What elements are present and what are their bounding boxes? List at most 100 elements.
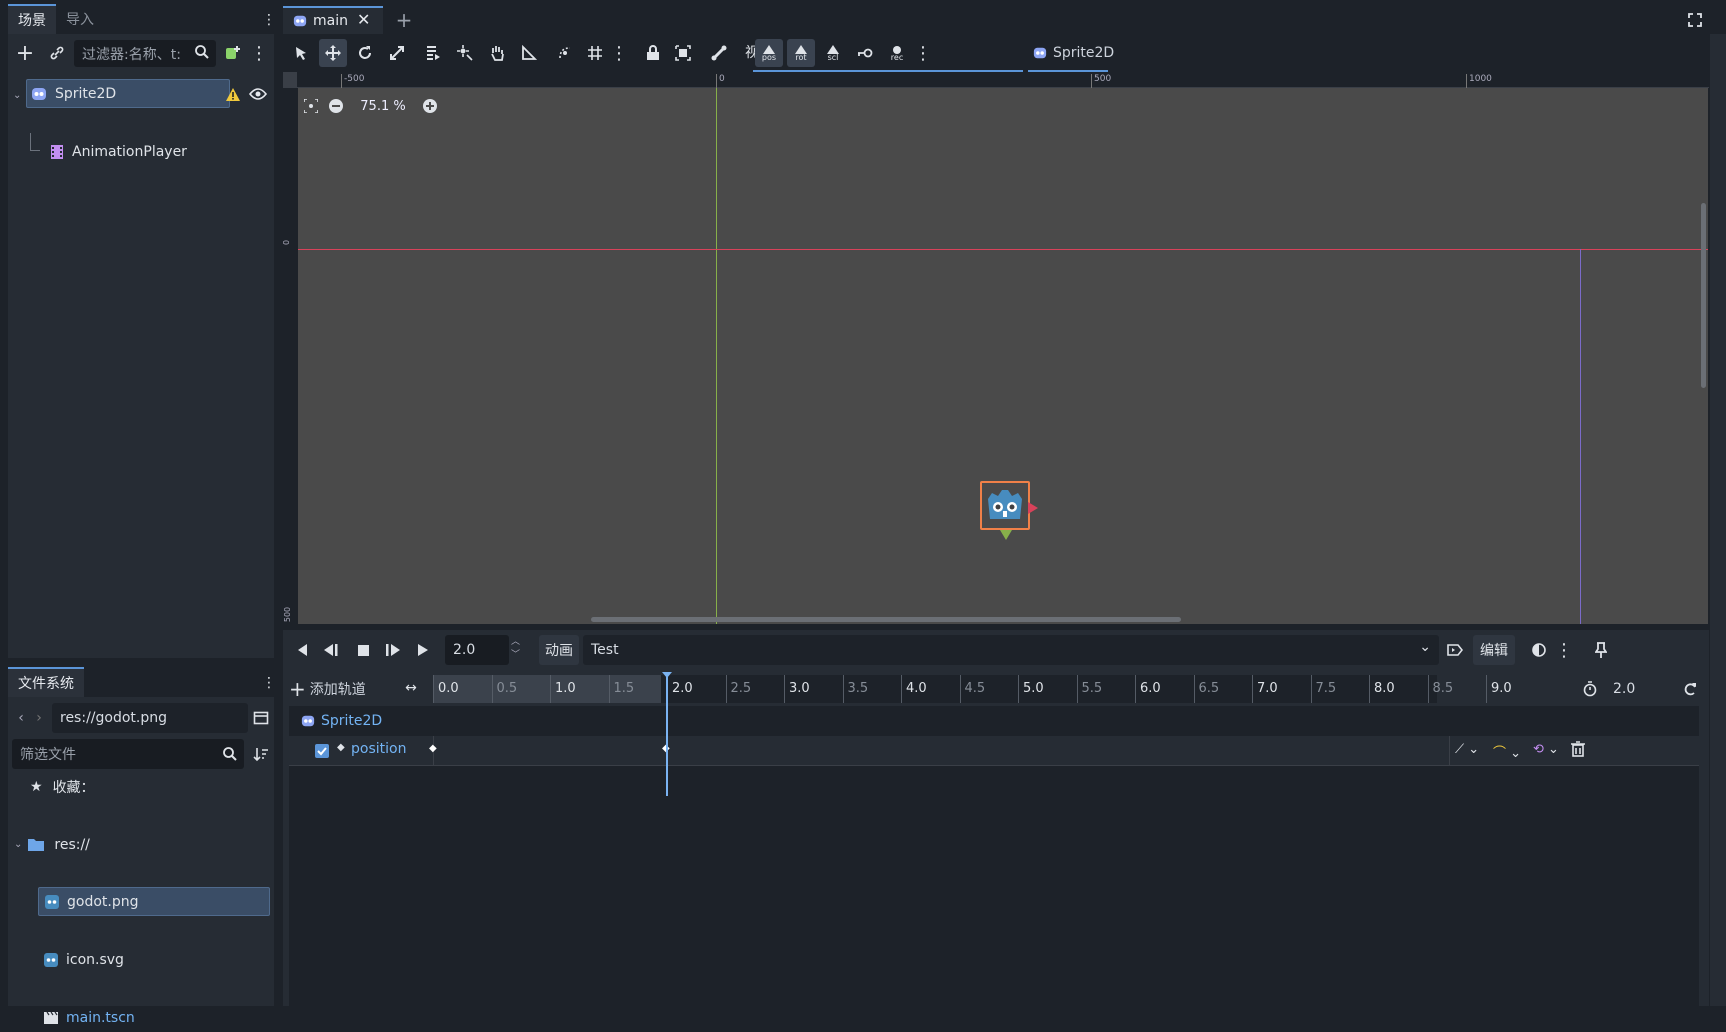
bone-icon[interactable] <box>705 39 733 67</box>
track-enable-checkbox[interactable] <box>315 744 329 758</box>
y-gizmo-arrow[interactable] <box>1000 530 1012 540</box>
ruler-corner <box>283 72 297 88</box>
list-select-icon[interactable] <box>419 39 447 67</box>
fs-favorites[interactable]: ★ 收藏： <box>30 772 260 801</box>
play-backwards-from-end-icon[interactable] <box>319 638 343 662</box>
chevron-down-icon[interactable]: ⌄ <box>13 90 21 101</box>
animation-toolbar: 2.0 ︿ ﹀ 动画 Test ⌄ 编辑 ⋮ <box>283 630 1709 670</box>
ruler-label: 500 <box>1091 74 1111 88</box>
track-list: Sprite2D ◆ position ◆ ◆ ⟋ ⌄ ⌒ ⌄ ⟲ ⌄ <box>289 706 1699 1006</box>
node-editor-tab[interactable]: Sprite2D <box>1033 39 1114 67</box>
play-from-start-icon[interactable] <box>381 638 405 662</box>
time-spinner-icon[interactable]: ︿ ﹀ <box>511 636 520 662</box>
add-node-icon[interactable]: + <box>12 40 38 66</box>
v-scrollbar[interactable] <box>1701 203 1706 388</box>
fs-file-godot-png[interactable]: godot.png <box>38 887 270 916</box>
tab-scene[interactable]: 场景 <box>8 4 56 34</box>
ruler-tool-icon[interactable] <box>515 39 543 67</box>
keyframe-marker[interactable]: ◆ <box>429 743 437 754</box>
delete-track-icon[interactable] <box>1571 741 1585 757</box>
tab-import[interactable]: 导入 <box>56 4 104 34</box>
x-gizmo-arrow[interactable] <box>1028 502 1038 514</box>
timeline-ruler[interactable]: 0.0 0.5 1.0 1.5 2.0 2.5 3.0 3.5 4.0 4.5 5.0 5.5 6.0 6… <box>433 675 1512 703</box>
tab-main[interactable]: main ✕ <box>283 6 383 34</box>
key-icon[interactable] <box>851 39 879 67</box>
pan-tool-icon[interactable] <box>483 39 511 67</box>
close-icon[interactable]: ✕ <box>357 10 370 29</box>
scene-filter-input[interactable]: 过滤器:名称、t: <box>74 40 216 67</box>
stop-icon[interactable] <box>351 638 375 662</box>
timer-icon[interactable] <box>1579 678 1601 700</box>
play-backwards-icon[interactable] <box>291 638 315 662</box>
move-tool-icon[interactable] <box>319 39 347 67</box>
canvas-viewport[interactable]: 75.1 % <box>298 88 1708 624</box>
group-icon[interactable] <box>669 39 697 67</box>
track-group-sprite2d[interactable]: Sprite2D <box>289 706 1699 736</box>
scene-menu-icon[interactable]: ⋮ <box>250 40 268 66</box>
fs-menu-icon[interactable]: ⋮ <box>262 673 276 693</box>
animation-menu-button[interactable]: 动画 <box>539 635 579 665</box>
onion-skin-icon[interactable] <box>1527 638 1551 662</box>
fs-path-input[interactable]: res://godot.png <box>52 703 248 733</box>
back-icon[interactable]: ‹ <box>14 705 28 731</box>
animation-length-input[interactable]: 2.0 <box>1605 675 1675 703</box>
play-icon[interactable] <box>411 638 435 662</box>
scene-panel: + 过滤器:名称、t: ⋮ ⌄ Sprite2D AnimationPlayer <box>8 34 274 658</box>
key-options-icon[interactable]: ⋮ <box>909 39 937 67</box>
add-tab-icon[interactable]: + <box>391 8 417 32</box>
select-tool-icon[interactable] <box>287 39 315 67</box>
snap-options-icon[interactable]: ⋮ <box>605 39 633 67</box>
key-position-icon[interactable]: pos <box>755 39 783 67</box>
fullscreen-icon[interactable] <box>1683 8 1707 32</box>
update-mode-icon[interactable]: ⌒ ⌄ <box>1493 742 1521 761</box>
interpolation-icon[interactable]: ⟋ ⌄ <box>1455 742 1479 757</box>
zoom-in-icon[interactable] <box>422 98 438 114</box>
autoplay-icon[interactable] <box>1443 638 1467 662</box>
fit-width-icon[interactable]: ↔ <box>399 678 423 698</box>
visibility-eye-icon[interactable] <box>248 84 268 104</box>
link-icon[interactable] <box>44 40 70 66</box>
zoom-out-icon[interactable] <box>328 98 344 114</box>
add-track-button[interactable]: + 添加轨道 <box>289 675 366 703</box>
h-scrollbar[interactable] <box>591 617 1181 622</box>
pin-icon[interactable] <box>1589 638 1613 662</box>
animation-select[interactable]: Test ⌄ <box>583 635 1439 665</box>
loop-icon[interactable] <box>1679 678 1701 700</box>
instance-scene-icon[interactable] <box>220 40 246 66</box>
record-key-icon[interactable]: rec <box>883 39 911 67</box>
ruler-label: 1000 <box>1466 74 1492 88</box>
onion-options-icon[interactable]: ⋮ <box>1555 638 1573 662</box>
fs-file-icon-svg[interactable]: icon.svg <box>38 945 270 974</box>
sprite-selection-box[interactable] <box>980 481 1030 530</box>
key-scale-icon[interactable]: scl <box>819 39 847 67</box>
playhead-handle[interactable] <box>662 672 672 678</box>
rotate-tool-icon[interactable] <box>351 39 379 67</box>
tab-filesystem[interactable]: 文件系统 <box>8 667 84 697</box>
key-rotation-icon[interactable]: rot <box>787 39 815 67</box>
scale-tool-icon[interactable] <box>383 39 411 67</box>
film-icon <box>50 144 64 160</box>
zoom-level[interactable]: 75.1 % <box>354 99 412 114</box>
edit-menu-button[interactable]: 编辑 <box>1473 635 1515 665</box>
timeline-tick-label: 5.0 <box>1018 675 1044 703</box>
lock-icon[interactable] <box>639 39 667 67</box>
dock-menu-icon[interactable]: ⋮ <box>262 10 276 30</box>
current-time-input[interactable]: 2.0 <box>445 635 509 665</box>
pivot-tool-icon[interactable] <box>451 39 479 67</box>
playhead[interactable] <box>666 674 668 796</box>
fs-root[interactable]: ⌄ res:// <box>14 830 264 859</box>
loop-wrap-icon[interactable]: ⟲ ⌄ <box>1533 742 1559 757</box>
forward-icon[interactable]: › <box>32 705 46 731</box>
sort-icon[interactable] <box>248 741 274 767</box>
tree-node-sprite2d[interactable]: ⌄ Sprite2D <box>13 79 230 108</box>
fs-filter-input[interactable]: 筛选文件 <box>12 739 244 769</box>
tree-node-animationplayer[interactable]: AnimationPlayer <box>26 133 266 166</box>
chevron-down-icon[interactable]: ⌄ <box>14 839 22 850</box>
y-axis-line <box>716 88 717 624</box>
center-view-icon[interactable] <box>304 99 318 113</box>
warning-icon[interactable] <box>224 84 242 104</box>
smart-snap-icon[interactable] <box>551 39 579 67</box>
track-position[interactable]: ◆ position ◆ ◆ ⟋ ⌄ ⌒ ⌄ ⟲ ⌄ <box>289 736 1699 766</box>
split-view-icon[interactable] <box>248 705 274 731</box>
fs-file-main-tscn[interactable]: main.tscn <box>38 1003 270 1032</box>
